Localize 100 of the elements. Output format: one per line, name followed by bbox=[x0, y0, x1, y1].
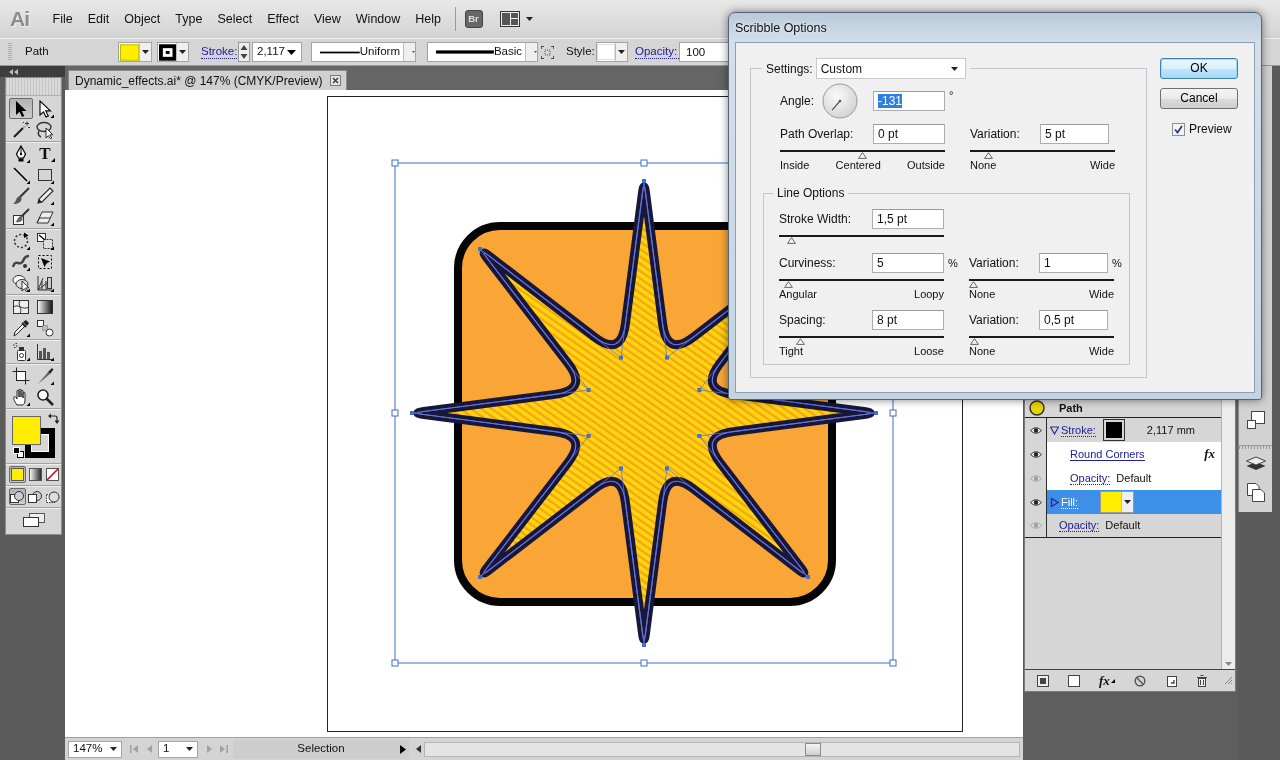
slider-track[interactable] bbox=[779, 336, 944, 345]
fill-color-picker[interactable] bbox=[1100, 491, 1135, 513]
new-item-icon[interactable] bbox=[1164, 674, 1177, 687]
draw-mode-button[interactable] bbox=[26, 488, 44, 505]
value-field[interactable]: 5 pt bbox=[1040, 124, 1109, 144]
resize-handle[interactable] bbox=[391, 409, 399, 417]
resize-handle[interactable] bbox=[889, 659, 897, 667]
slider-track[interactable] bbox=[779, 279, 944, 288]
fill-mode-button[interactable] bbox=[44, 466, 61, 483]
menu-item[interactable]: File bbox=[45, 10, 81, 28]
menu-item[interactable]: Select bbox=[209, 10, 260, 28]
stroke-color-swatch[interactable] bbox=[1103, 420, 1124, 440]
fill-color-picker[interactable] bbox=[118, 42, 152, 62]
draw-mode-button[interactable] bbox=[44, 488, 61, 505]
close-icon[interactable] bbox=[330, 75, 342, 86]
appearance-row[interactable]: Stroke: 2,117 mm bbox=[1047, 418, 1221, 442]
resize-handle[interactable] bbox=[391, 659, 399, 667]
slider-thumb[interactable] bbox=[796, 338, 806, 345]
disclosure-triangle-icon[interactable] bbox=[1050, 425, 1059, 435]
slider-thumb[interactable] bbox=[783, 281, 793, 288]
slider-thumb[interactable] bbox=[970, 338, 980, 345]
zoom-field[interactable]: 147% bbox=[68, 740, 122, 758]
horizontal-scrollbar[interactable] bbox=[424, 741, 1020, 757]
scroll-left-arrow-icon[interactable] bbox=[416, 745, 421, 753]
slider-thumb[interactable] bbox=[786, 237, 796, 244]
tool-button[interactable]: T bbox=[33, 143, 57, 164]
layout-switcher[interactable] bbox=[499, 11, 533, 27]
menu-item[interactable]: Help bbox=[407, 10, 449, 28]
resize-handle[interactable] bbox=[391, 159, 399, 167]
resize-handle[interactable] bbox=[640, 159, 648, 167]
stroke-link[interactable]: Stroke: bbox=[201, 45, 237, 59]
appearance-row[interactable]: Round Corners fx bbox=[1047, 442, 1221, 466]
draw-mode-button[interactable] bbox=[9, 488, 26, 505]
slider-thumb[interactable] bbox=[983, 152, 993, 159]
angle-field[interactable]: -131 bbox=[873, 91, 945, 111]
fill-stroke-swatches[interactable] bbox=[10, 412, 60, 459]
value-field[interactable]: 0,5 pt bbox=[1039, 310, 1108, 330]
slider-track[interactable] bbox=[779, 235, 944, 244]
collapse-arrows-icon[interactable] bbox=[9, 68, 19, 75]
opacity-link[interactable]: Opacity: bbox=[1070, 471, 1111, 485]
stroke-profile-dropdown[interactable]: Uniform bbox=[311, 42, 416, 62]
swap-arrows-icon[interactable] bbox=[48, 413, 60, 424]
disclosure-triangle-icon[interactable] bbox=[1050, 497, 1059, 507]
dialog-button[interactable]: OK bbox=[1160, 58, 1238, 79]
value-field[interactable]: 8 pt bbox=[872, 310, 944, 330]
slider-track[interactable] bbox=[970, 150, 1115, 159]
scrollbar-thumb[interactable] bbox=[805, 742, 821, 756]
fill-mode-button[interactable] bbox=[9, 466, 26, 483]
eye-icon[interactable] bbox=[1029, 449, 1042, 459]
flyout-triangle-icon[interactable] bbox=[51, 158, 55, 162]
slider-thumb[interactable] bbox=[969, 281, 978, 288]
fill-mode-button[interactable] bbox=[26, 466, 44, 483]
dashed-frame-icon[interactable] bbox=[541, 45, 554, 59]
stroke-color-picker[interactable] bbox=[157, 42, 189, 62]
menu-item[interactable]: Object bbox=[116, 10, 168, 28]
slider-track[interactable] bbox=[780, 150, 945, 159]
stacked-layers-icon[interactable] bbox=[1245, 455, 1266, 473]
menu-item[interactable]: Type bbox=[167, 10, 210, 28]
appearance-row[interactable]: Opacity: Default bbox=[1047, 466, 1221, 490]
toolbox-grip-bar[interactable] bbox=[6, 78, 61, 96]
value-field[interactable]: 0 pt bbox=[873, 124, 945, 144]
square-in-square-icon[interactable] bbox=[1037, 674, 1049, 687]
default-colors-icon[interactable] bbox=[13, 447, 24, 458]
page-field[interactable]: 1 bbox=[158, 740, 198, 758]
stroke-weight-field[interactable]: 2,117 bbox=[252, 42, 302, 62]
stacked-windows-icon[interactable] bbox=[22, 513, 45, 527]
value-field[interactable]: 5 bbox=[872, 253, 944, 273]
menu-item[interactable]: Window bbox=[348, 10, 408, 28]
empty-square-icon[interactable] bbox=[1068, 674, 1080, 687]
scroll-down-arrow-icon[interactable] bbox=[1225, 662, 1232, 666]
eye-icon[interactable] bbox=[1029, 425, 1042, 435]
preview-checkbox[interactable] bbox=[1172, 122, 1185, 136]
trash-icon[interactable] bbox=[1195, 674, 1208, 687]
brush-dropdown[interactable]: Basic bbox=[427, 42, 538, 62]
overlapping-squares-icon[interactable] bbox=[1246, 411, 1265, 429]
slider-track[interactable] bbox=[969, 279, 1114, 288]
effect-link[interactable]: Round Corners bbox=[1070, 447, 1145, 461]
appearance-row[interactable]: Opacity: Default bbox=[1047, 514, 1221, 537]
resize-handle[interactable] bbox=[889, 409, 897, 417]
stroke-link[interactable]: Stroke: bbox=[1061, 423, 1096, 437]
document-tab[interactable]: Dynamic_effects.ai* @ 147% (CMYK/Preview) bbox=[68, 70, 348, 90]
value-field[interactable]: 1,5 pt bbox=[872, 209, 944, 229]
eye-icon[interactable] bbox=[1029, 497, 1042, 507]
resize-handle[interactable] bbox=[640, 659, 648, 667]
vertical-scrollbar[interactable] bbox=[1221, 399, 1235, 669]
slider-track[interactable] bbox=[969, 336, 1114, 345]
value-field[interactable]: 1 bbox=[1039, 253, 1108, 273]
opacity-link[interactable]: Opacity: bbox=[1059, 519, 1100, 532]
stacked-pages-icon[interactable] bbox=[1246, 483, 1265, 502]
menu-item[interactable]: View bbox=[306, 10, 349, 28]
dialog-button[interactable]: Cancel bbox=[1160, 88, 1238, 109]
bridge-button[interactable]: Br bbox=[464, 10, 483, 28]
slider-thumb[interactable] bbox=[858, 152, 867, 159]
menu-item[interactable]: Effect bbox=[259, 10, 307, 28]
resize-grip-icon[interactable] bbox=[1224, 676, 1233, 685]
no-sign-icon[interactable] bbox=[1133, 674, 1146, 687]
settings-dropdown[interactable]: Custom bbox=[815, 58, 966, 79]
effect-indicator[interactable]: fx bbox=[1204, 444, 1215, 464]
status-menu[interactable]: Selection bbox=[233, 739, 409, 759]
menu-item[interactable]: Edit bbox=[80, 10, 117, 28]
